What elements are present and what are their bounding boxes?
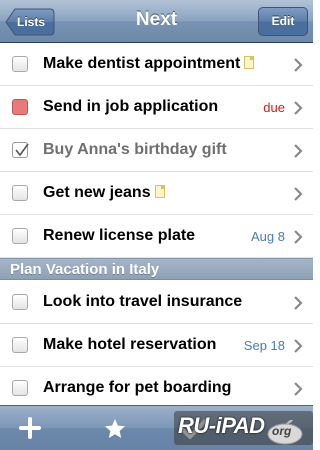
due-date-label: Aug 8 [251,229,285,244]
task-row[interactable]: Send in job application due [0,86,313,129]
task-row[interactable]: Look into travel insurance [0,281,313,324]
task-checkbox[interactable] [12,228,28,244]
task-title-wrap: Make dentist appointment [43,55,255,73]
watermark-suffix: org [272,424,292,438]
task-title: Make dentist appointment [43,55,241,72]
chevron-right-icon [294,144,303,158]
watermark-text: RU-iPAD [178,413,265,438]
task-title: Get new jeans [43,184,151,201]
due-date-label: Sep 18 [243,338,285,353]
chevron-right-icon [294,101,303,115]
task-title: Renew license plate [43,227,196,244]
chevron-right-icon [294,339,303,353]
task-checkbox[interactable] [12,380,28,396]
task-checkbox-checked[interactable] [12,142,29,158]
edit-button[interactable]: Edit [258,7,308,36]
apple-logo-icon: org [266,419,304,445]
task-checkbox[interactable] [12,185,28,201]
task-checkbox[interactable] [12,56,28,72]
task-title: Buy Anna's birthday gift [43,141,227,158]
task-row[interactable]: Make hotel reservation Sep 18 [0,324,313,367]
due-label: due [263,100,285,115]
task-row[interactable]: Buy Anna's birthday gift [0,129,313,172]
task-row[interactable]: Renew license plate Aug 8 [0,215,313,258]
task-title: Send in job application [43,98,219,115]
add-icon[interactable] [18,416,42,440]
task-checkbox[interactable] [12,337,28,353]
chevron-right-icon [294,187,303,201]
chevron-right-icon [294,230,303,244]
task-row[interactable]: Make dentist appointment [0,43,313,86]
task-row[interactable]: Arrange for pet boarding [0,367,313,410]
task-row[interactable]: Get new jeans [0,172,313,215]
task-title-wrap: Get new jeans [43,184,165,202]
task-checkbox[interactable] [12,294,28,310]
task-title: Arrange for pet boarding [43,379,232,396]
section-title: Plan Vacation in Italy [10,261,160,278]
task-checkbox-due[interactable] [12,99,28,115]
task-title: Make hotel reservation [43,336,217,353]
star-icon[interactable] [103,417,127,441]
chevron-right-icon [294,382,303,396]
chevron-right-icon [294,296,303,310]
section-header: Plan Vacation in Italy [0,258,313,280]
navigation-bar: Lists Next Edit [0,0,313,43]
task-title: Look into travel insurance [43,293,243,310]
checkmark-icon [15,143,29,157]
note-icon [244,56,255,69]
chevron-right-icon [294,58,303,72]
note-icon [154,185,165,198]
